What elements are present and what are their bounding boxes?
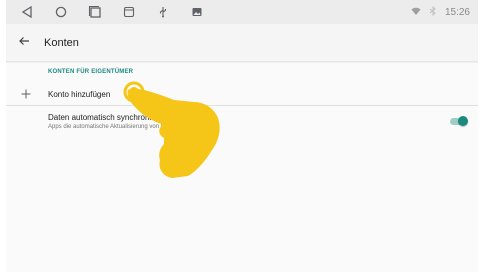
add-account-row[interactable]: Konto hinzufügen [6,83,478,105]
divider [6,105,478,106]
section-header: KONTEN FÜR EIGENTÜMER [48,69,134,75]
pointing-hand-icon [123,81,220,178]
system-bar: 15:26 [6,0,478,24]
status-time: 15:26 [444,6,470,18]
back-button[interactable] [6,24,42,62]
arrow-left-icon [18,34,30,52]
app-bar: Konten [6,24,478,62]
toggle-knob [458,116,468,126]
screenshot-icon [120,3,138,21]
add-account-label: Konto hinzufügen [48,89,111,99]
usb-icon [154,3,172,21]
bluetooth-icon [429,5,437,19]
home-circle-icon[interactable] [52,3,70,21]
image-icon [188,3,206,21]
system-nav-buttons [6,3,206,21]
wifi-icon [411,6,421,19]
back-triangle-icon[interactable] [18,3,36,21]
page-title: Konten [44,37,79,49]
auto-sync-toggle[interactable] [450,116,468,126]
auto-sync-row[interactable]: Daten automatisch synchronisieren Apps d… [6,109,478,137]
plus-icon [12,86,40,102]
status-icons: 15:26 [411,5,478,19]
recents-square-icon[interactable] [86,3,104,21]
settings-content: KONTEN FÜR EIGENTÜMER Konto hinzufügen D… [6,63,478,272]
